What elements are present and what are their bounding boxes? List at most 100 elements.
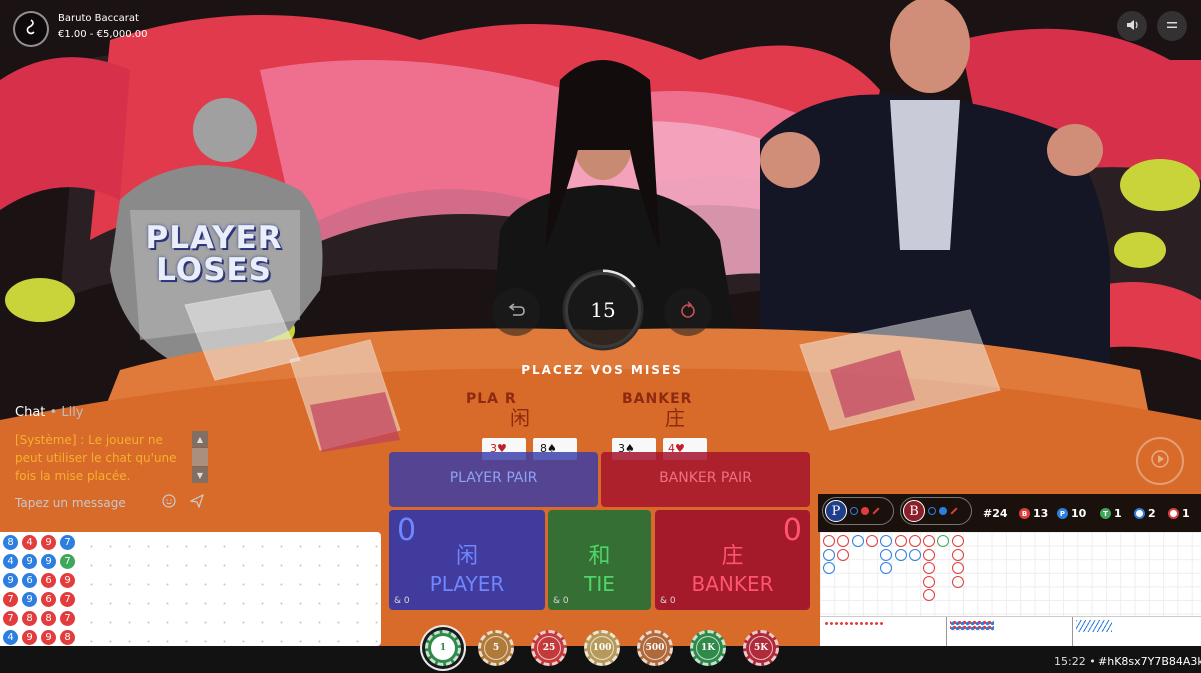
round-number: #24: [983, 507, 1008, 520]
banker-label: BANKER: [691, 572, 774, 596]
chat-scroll-up-icon[interactable]: ▲: [192, 431, 208, 447]
video-play-icon: [1150, 449, 1170, 473]
speaker-icon: [1125, 17, 1139, 36]
derived-road-divider: [946, 617, 947, 646]
bead-road-cell: 4: [3, 630, 18, 645]
chat-message-input[interactable]: [15, 494, 155, 512]
banker-bet[interactable]: 0 庄 BANKER & 0: [655, 510, 810, 610]
chip-value-label: 5K: [749, 636, 773, 660]
scoreboard-summary: P B #24 B 13 P 10 T 1 2 1: [818, 494, 1201, 532]
big-road-cell: [823, 535, 835, 547]
chip-1k[interactable]: 1K: [690, 630, 726, 666]
clock-time: 15:22: [1054, 655, 1086, 668]
prediction-big-eye-icon: [850, 507, 858, 515]
ties-stat: T 1: [1100, 507, 1122, 520]
tie-badge-icon: T: [1100, 508, 1111, 519]
bead-road: 849749979669796778874998: [0, 532, 381, 646]
send-message-button[interactable]: [188, 493, 206, 511]
bead-road-cell: 6: [22, 573, 37, 588]
bead-road-cell: 6: [41, 592, 56, 607]
banker-pair-bet[interactable]: BANKER PAIR: [601, 452, 810, 507]
bead-road-cell: 9: [60, 573, 75, 588]
emoji-button[interactable]: [160, 493, 178, 511]
big-road-cell: [951, 575, 964, 588]
chip-5k[interactable]: 5K: [743, 630, 779, 666]
prediction-big-eye-icon: [928, 507, 936, 515]
big-road-cell: [894, 535, 907, 547]
bead-road-cell: 7: [60, 611, 75, 626]
big-road-cell: [851, 535, 864, 547]
bead-road-cell: 9: [41, 630, 56, 645]
tie-bet[interactable]: 和 TIE & 0: [548, 510, 651, 610]
tie-label: TIE: [584, 572, 615, 596]
lobby-logo-button[interactable]: [13, 11, 49, 47]
big-road-cell: [951, 535, 964, 547]
player-char: 闲: [455, 544, 478, 569]
chip-value-label: 25: [537, 636, 561, 660]
repeat-bet-button[interactable]: [664, 288, 712, 336]
player-pair-bet[interactable]: PLAYER PAIR: [389, 452, 598, 507]
player-bettor-count: & 0: [394, 596, 410, 606]
bead-road-cell: 4: [22, 535, 37, 550]
chip-500[interactable]: 500: [637, 630, 673, 666]
big-road-cell: [880, 548, 893, 561]
place-bets-prompt: PLACEZ VOS MISES: [521, 363, 683, 377]
big-road-cell: [865, 535, 878, 547]
prediction-cockroach-icon: [872, 507, 880, 515]
small-road: [950, 621, 994, 631]
player-prediction-button[interactable]: P: [822, 497, 894, 525]
bead-road-cell: 9: [22, 592, 37, 607]
game-round-id: #hK8sx7Y7B84A3kTc: [1098, 655, 1201, 668]
chip-1[interactable]: 1: [425, 630, 461, 666]
ties-count: 1: [1114, 507, 1122, 520]
player-bet[interactable]: 0 闲 PLAYER & 0: [389, 510, 545, 610]
banker-pair-badge-icon: [1168, 508, 1179, 519]
chip-value-label: 5: [484, 636, 508, 660]
banker-wins-count: 13: [1033, 507, 1049, 520]
banker-char: 庄: [721, 544, 744, 569]
player-wins-stat: P 10: [1057, 507, 1086, 520]
smiley-icon: [162, 493, 176, 512]
bead-road-cell: 6: [41, 573, 56, 588]
bead-road-cell: 9: [22, 630, 37, 645]
chat-scroll-thumb[interactable]: [192, 448, 208, 466]
chip-value-label: 500: [643, 636, 667, 660]
big-road-cell: [894, 548, 907, 561]
chat-title: Chat: [15, 405, 46, 420]
chat-scrollbar[interactable]: ▲ ▼: [192, 431, 208, 483]
video-toggle-button[interactable]: [1136, 437, 1184, 485]
player-pair-badge-icon: [1134, 508, 1145, 519]
banker-bettor-count: & 0: [660, 596, 676, 606]
banker-wins-stat: B 13: [1019, 507, 1048, 520]
big-road-cell: [923, 575, 936, 588]
chip-100[interactable]: 100: [584, 630, 620, 666]
chip-25[interactable]: 25: [531, 630, 567, 666]
bead-road-cell: 9: [41, 535, 56, 550]
big-road-cell: [923, 535, 936, 547]
bead-road-cell: 8: [22, 611, 37, 626]
derived-roads-panel: [820, 616, 1201, 646]
round-result-line-2: LOSES: [156, 252, 272, 288]
felt-banker-char: 庄: [665, 406, 685, 430]
player-pair-label: PLAYER PAIR: [449, 470, 538, 486]
banker-pairs-count: 1: [1182, 507, 1190, 520]
menu-button[interactable]: [1157, 11, 1187, 41]
bead-road-cell: 7: [60, 592, 75, 607]
tie-char: 和: [588, 544, 611, 569]
round-result-line-1: PLAYER: [145, 220, 283, 256]
banker-prediction-button[interactable]: B: [900, 497, 972, 525]
player-badge-icon: P: [1057, 508, 1068, 519]
chat-scroll-down-icon[interactable]: ▼: [192, 467, 208, 483]
big-road-cell: [951, 548, 964, 561]
big-eye-road: [824, 621, 884, 627]
chip-5[interactable]: 5: [478, 630, 514, 666]
repeat-icon: [677, 299, 699, 325]
prediction-small-road-icon: [861, 507, 869, 515]
bead-road-cell: 9: [41, 554, 56, 569]
chat-separator: •: [49, 405, 58, 420]
send-icon: [189, 493, 205, 512]
undo-button[interactable]: [492, 288, 540, 336]
bet-timer: 15: [565, 272, 641, 348]
sound-button[interactable]: [1117, 11, 1147, 41]
chat-header: Chat • Lily: [15, 405, 84, 420]
